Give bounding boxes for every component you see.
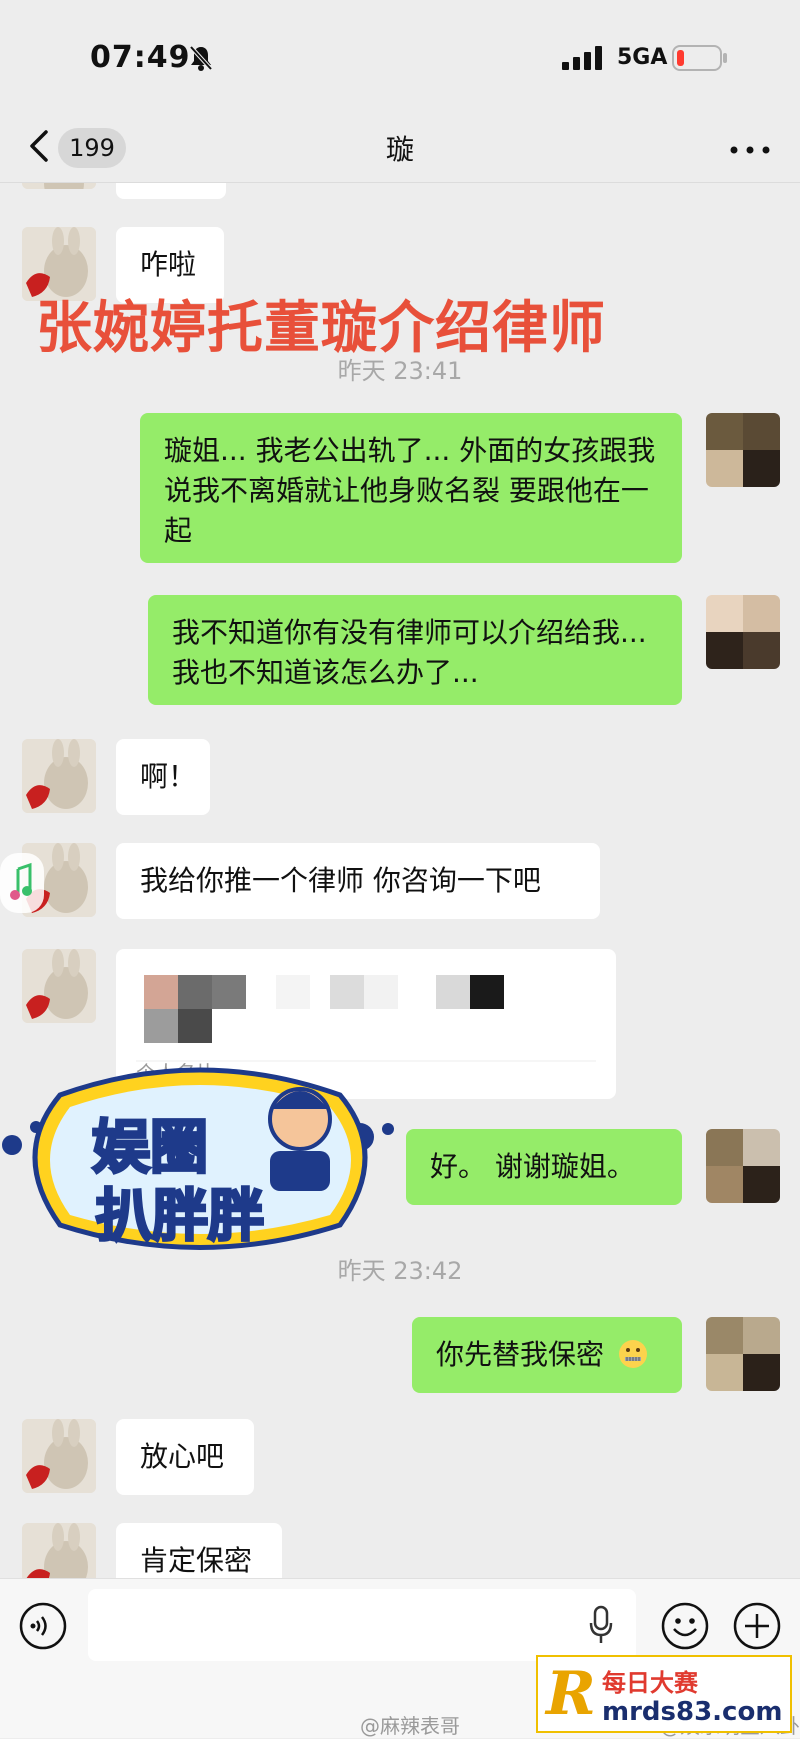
signal-icon	[562, 46, 602, 70]
more-icon[interactable]	[730, 146, 770, 154]
site-logo-watermark: R 每日大赛 mrds83.com	[536, 1655, 792, 1733]
weibo-watermark-left: @麻辣表哥	[360, 1714, 460, 1738]
message-bubble-outgoing[interactable]: 好。 谢谢璇姐。	[406, 1129, 682, 1205]
message-bubble-outgoing[interactable]: 我不知道你有没有律师可以介绍给我... 我也不知道该怎么办了...	[148, 595, 682, 705]
microphone-icon[interactable]	[588, 1605, 614, 1645]
avatar[interactable]	[22, 183, 96, 189]
watermark-sticker-logo: 娱圈 扒胖胖	[2, 1067, 394, 1251]
avatar[interactable]	[22, 1419, 96, 1493]
message-bubble[interactable]: 放心吧	[116, 1419, 254, 1495]
message-bubble[interactable]: 我给你推一个律师 你咨询一下吧	[116, 843, 600, 919]
avatar[interactable]	[22, 1523, 96, 1578]
logo-text-cn: 每日大赛	[602, 1669, 698, 1697]
emoji-icon[interactable]	[660, 1601, 710, 1651]
sticker-text-line1: 娱圈	[92, 1113, 208, 1181]
message-bubble[interactable]: 肯定保密	[116, 1523, 282, 1578]
chat-area[interactable]: 咋啦 张婉婷托董璇介绍律师 昨天 23:41 璇姐... 我老公出轨了... 外…	[0, 183, 800, 1578]
self-avatar[interactable]	[706, 595, 780, 669]
message-bubble-partial[interactable]	[116, 183, 226, 199]
avatar[interactable]	[22, 739, 96, 813]
avatar[interactable]	[22, 949, 96, 1023]
battery-icon	[672, 45, 727, 71]
music-floating-icon[interactable]	[0, 853, 44, 913]
sticker-text-line2: 扒胖胖	[96, 1184, 264, 1249]
chat-header: 199 璇	[0, 110, 800, 183]
timestamp: 昨天 23:41	[337, 357, 463, 385]
self-avatar[interactable]	[706, 1317, 780, 1391]
message-bubble[interactable]: 啊！	[116, 739, 210, 815]
message-bubble-outgoing[interactable]: 璇姐... 我老公出轨了... 外面的女孩跟我说我不离婚就让他身败名裂 要跟他在…	[140, 413, 682, 563]
message-bubble-outgoing[interactable]: 你先替我保密	[412, 1317, 682, 1393]
message-text: 你先替我保密	[436, 1338, 605, 1371]
mute-bell-icon	[189, 45, 213, 71]
network-type: 5GA	[617, 45, 668, 70]
message-input[interactable]	[88, 1589, 636, 1661]
logo-r-mark: R	[546, 1659, 596, 1729]
self-avatar[interactable]	[706, 1129, 780, 1203]
timestamp: 昨天 23:42	[337, 1257, 463, 1285]
chat-title: 璇	[385, 133, 414, 166]
self-avatar[interactable]	[706, 413, 780, 487]
plus-icon[interactable]	[732, 1601, 782, 1651]
status-bar: 07:49 5GA	[0, 0, 800, 110]
zipper-mouth-emoji-icon	[618, 1340, 647, 1368]
voice-icon[interactable]	[18, 1601, 68, 1651]
logo-text-url: mrds83.com	[602, 1697, 783, 1727]
status-time: 07:49	[90, 40, 191, 75]
